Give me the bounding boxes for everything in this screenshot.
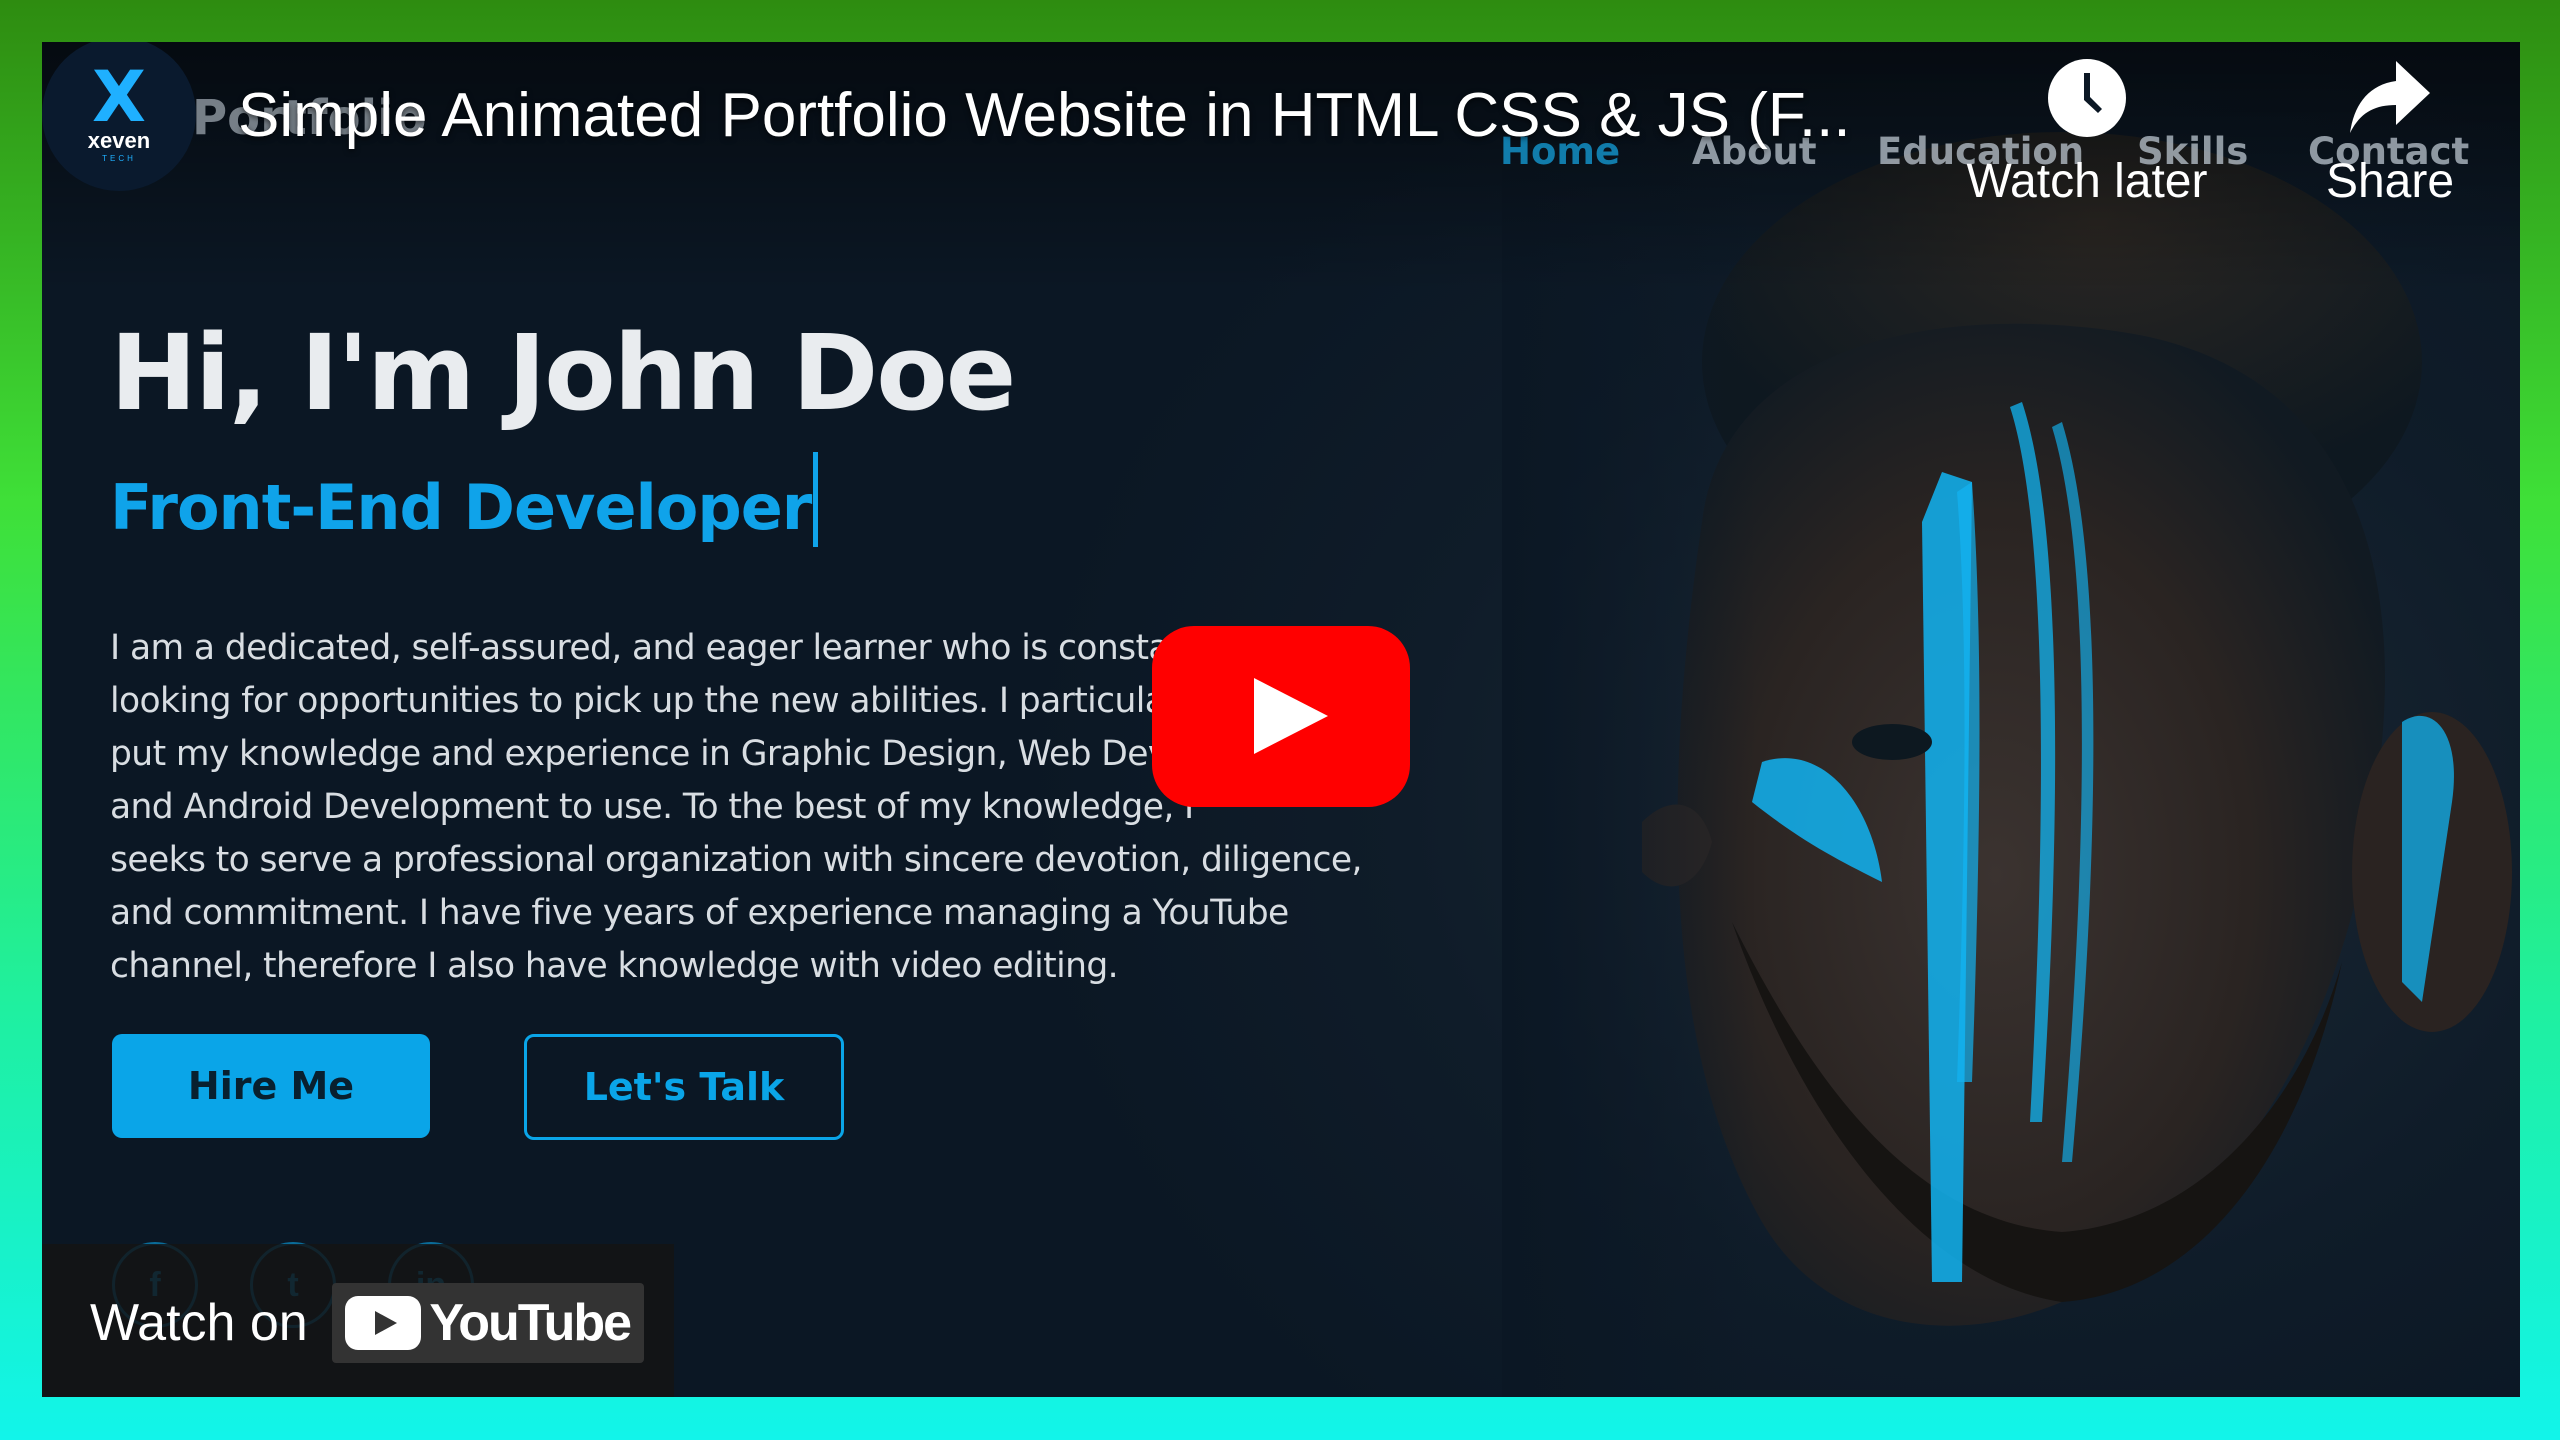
hero-role: Front-End Developer [110,452,819,547]
description-line: and commitment. I have five years of exp… [110,893,1289,933]
youtube-logo: YouTube [331,1283,644,1363]
share-label: Share [2325,155,2455,208]
portrait-image [1502,102,2520,1397]
typing-caret [813,452,819,547]
hero-role-text: Front-End Developer [110,471,812,544]
description-line: seeks to serve a professional organizati… [110,840,1362,880]
share-icon [2350,42,2430,154]
channel-logo-name: xeven [87,127,151,153]
channel-logo-mark: X [92,55,146,138]
play-button[interactable] [1152,626,1410,807]
video-player[interactable]: Portfolio Home About Education Skills Co… [42,42,2520,1397]
lets-talk-button: Let's Talk [524,1034,844,1140]
youtube-wordmark: YouTube [429,1294,632,1352]
description-line: channel, therefore I also have knowledge… [110,946,1119,986]
youtube-play-icon [345,1296,422,1350]
share-button[interactable]: Share [2300,42,2480,209]
hero-title: Hi, I'm John Doe [110,312,1016,434]
watch-on-label: Watch on [90,1294,308,1352]
watch-later-label: Watch later [1966,155,2208,208]
video-title[interactable]: Simple Animated Portfolio Website in HTM… [238,80,1851,151]
channel-logo-sub: TECH [102,153,136,163]
watch-later-button[interactable]: Watch later [1957,42,2217,209]
channel-avatar[interactable]: X xeven TECH [42,42,196,191]
hire-me-button: Hire Me [112,1034,430,1138]
watch-on-youtube[interactable]: Watch on YouTube [42,1244,674,1397]
clock-icon [2048,42,2126,154]
